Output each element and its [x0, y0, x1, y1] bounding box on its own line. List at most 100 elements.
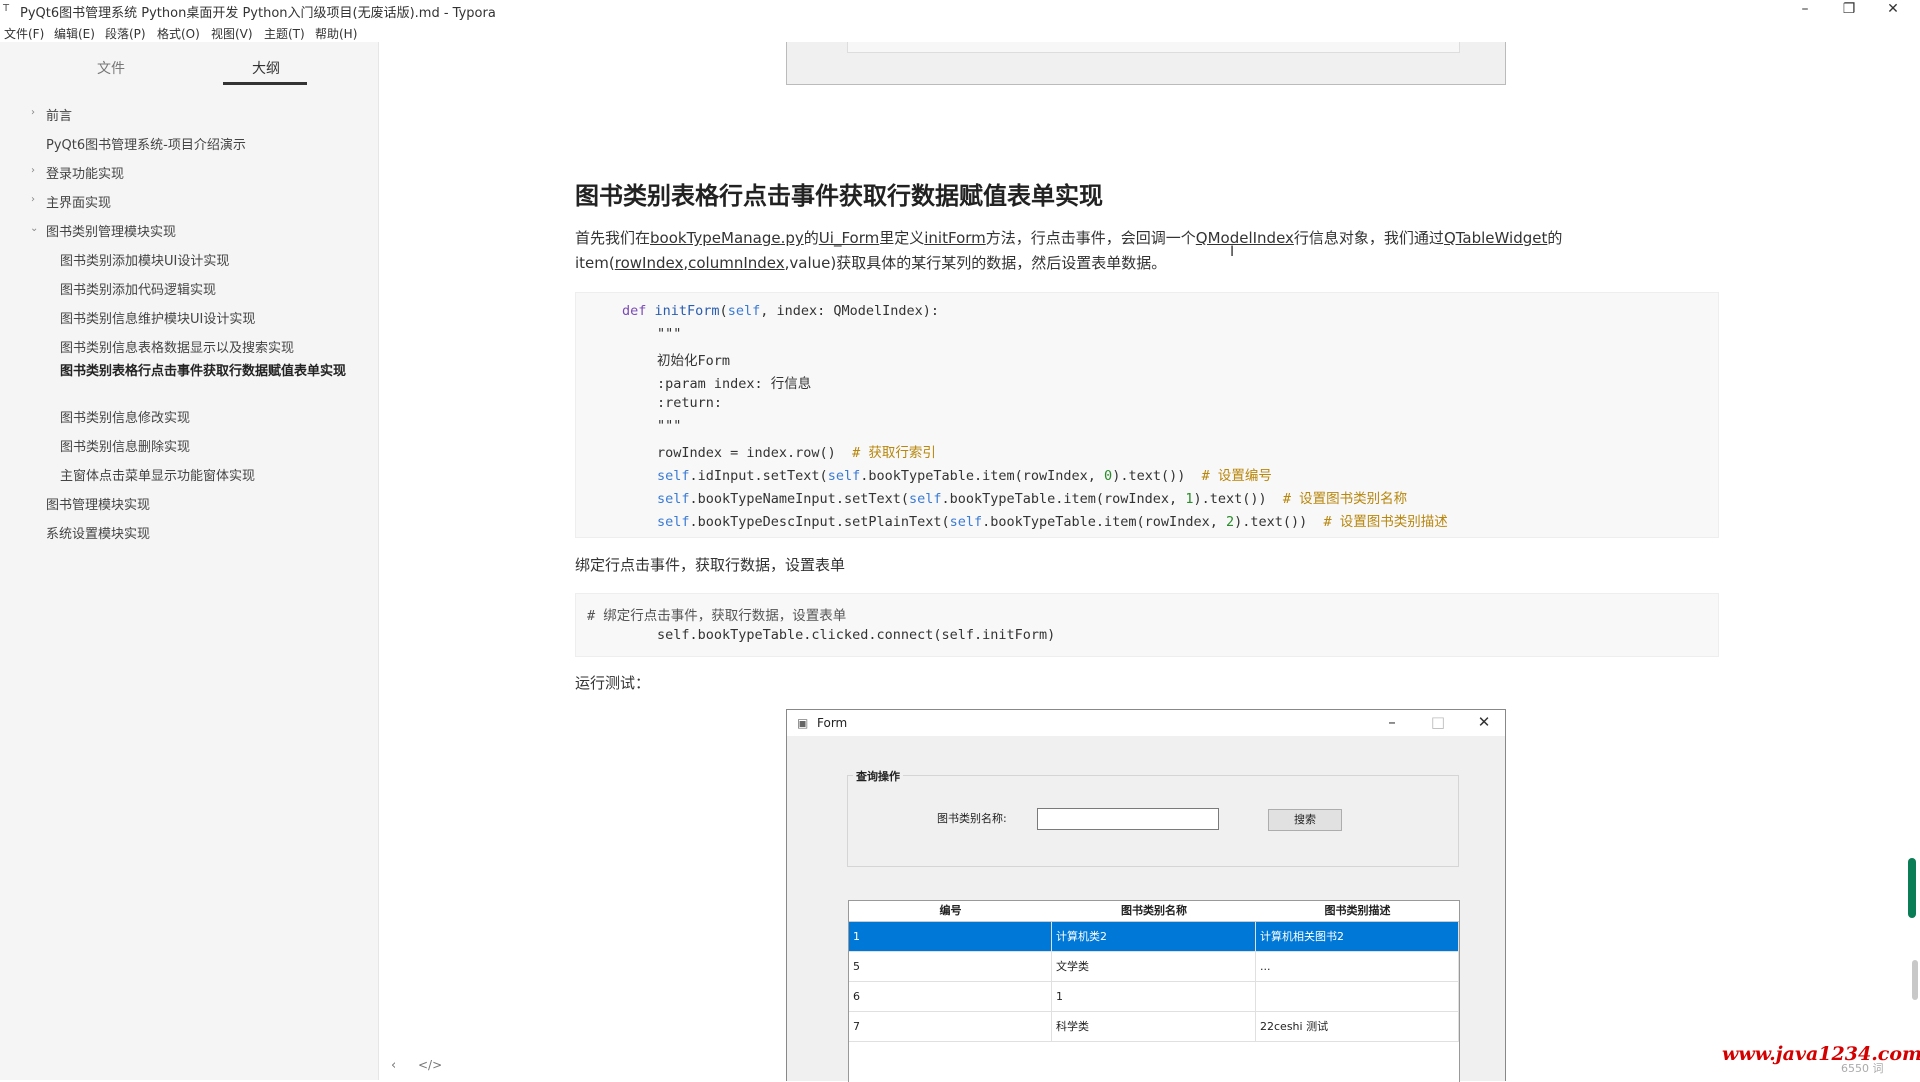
code-block-connect[interactable]: # 绑定行点击事件，获取行数据，设置表单 self.bookTypeTable.… [575, 593, 1719, 657]
text-cursor-icon: I [1230, 244, 1235, 260]
table-cell[interactable]: ... [1256, 952, 1459, 982]
text: item( [575, 254, 615, 272]
maximize-button[interactable]: ❐ [1827, 0, 1871, 20]
text: ,value)获取具体的某行某列的数据，然后设置表单数据。 [784, 254, 1167, 272]
form-minimize-button[interactable]: – [1377, 713, 1407, 731]
paragraph-run-test: 运行测试： [575, 674, 651, 692]
outline-item[interactable]: 系统设置模块实现 [46, 523, 150, 542]
column-header-id[interactable]: 编号 [849, 901, 1053, 922]
text: 的 [803, 229, 819, 247]
form-maximize-button[interactable]: □ [1423, 713, 1453, 731]
code-line: :param index: 行信息 [657, 376, 812, 392]
section-heading: 图书类别表格行点击事件获取行数据赋值表单实现 [575, 182, 1103, 210]
outline-item[interactable]: 图书类别信息修改实现 [60, 407, 190, 426]
outline-item[interactable]: 图书类别添加模块UI设计实现 [60, 250, 229, 269]
table-cell[interactable]: 科学类 [1052, 1012, 1256, 1042]
scrollbar-thumb-secondary[interactable] [1912, 960, 1918, 1000]
code-line: self.bookTypeTable.clicked.connect(self.… [657, 627, 1056, 643]
table-cell[interactable]: 计算机相关图书2 [1256, 922, 1459, 952]
code-line: """ [657, 326, 682, 342]
table-cell[interactable] [1256, 982, 1459, 1012]
source-mode-icon[interactable]: </> [418, 1058, 442, 1072]
outline-item[interactable]: 图书管理模块实现 [46, 494, 150, 513]
column-header-desc[interactable]: 图书类别描述 [1256, 901, 1459, 922]
code-block-initform[interactable]: def initForm(self, index: QModelIndex): … [575, 292, 1719, 538]
paragraph-intro: 首先我们在bookTypeManage.py的Ui_Form里定义initFor… [575, 226, 1615, 276]
text: 的 [1547, 229, 1563, 247]
form-app-icon: ▣ [797, 716, 809, 730]
search-label: 图书类别名称: [937, 812, 1007, 825]
text: 里定义 [879, 229, 925, 247]
sidebar: 文件 大纲 › 前言 PyQt6图书管理系统-项目介绍演示 › 登录功能实现 ›… [0, 42, 442, 1080]
form-title-bar: ▣ Form – □ ✕ [787, 710, 1505, 736]
outline-item-active[interactable]: 图书类别表格行点击事件获取行数据赋值表单实现 [60, 364, 360, 380]
text: initForm [924, 229, 986, 247]
outline-item[interactable]: 前言 [46, 105, 72, 124]
text: 方法，行点击事件，会回调一个 [985, 229, 1196, 247]
menu-theme[interactable]: 主题(T) [264, 25, 305, 42]
code-line: self.idInput.setText(self.bookTypeTable.… [657, 468, 1272, 484]
text: 首先我们在 [575, 229, 651, 247]
outline-item[interactable]: PyQt6图书管理系统-项目介绍演示 [46, 134, 246, 153]
text: QModelIndex [1195, 229, 1294, 247]
outline-item[interactable]: 登录功能实现 [46, 163, 124, 182]
column-header-name[interactable]: 图书类别名称 [1052, 901, 1257, 922]
table-cell[interactable]: 6 [849, 982, 1052, 1012]
outline-item[interactable]: 主窗体点击菜单显示功能窗体实现 [60, 465, 255, 484]
menu-file[interactable]: 文件(F) [4, 25, 44, 42]
outline-item[interactable]: 图书类别管理模块实现 [46, 221, 176, 240]
code-line: self.bookTypeDescInput.setPlainText(self… [657, 514, 1448, 530]
chevron-down-icon[interactable]: ⌄ [30, 223, 38, 234]
tab-outline[interactable]: 大纲 [252, 58, 280, 78]
scrollbar-thumb[interactable] [1908, 858, 1916, 918]
outline-item[interactable]: 图书类别信息维护模块UI设计实现 [60, 308, 255, 327]
code-line: # 绑定行点击事件，获取行数据，设置表单 [587, 608, 847, 624]
code-line: def initForm(self, index: QModelIndex): [622, 303, 940, 319]
form-window-screenshot: ▣ Form – □ ✕ 查询操作 图书类别名称: 搜索 编号 图书类别名称 图… [786, 709, 1506, 1082]
text: columnIndex [688, 254, 785, 272]
code-line: rowIndex = index.row() # 获取行索引 [657, 445, 936, 461]
table-cell[interactable]: 计算机类2 [1052, 922, 1256, 952]
table-cell[interactable]: 7 [849, 1012, 1052, 1042]
menu-help[interactable]: 帮助(H) [315, 25, 357, 42]
chevron-right-icon[interactable]: › [31, 107, 35, 118]
table-cell[interactable]: 1 [849, 922, 1052, 952]
table-cell[interactable]: 5 [849, 952, 1052, 982]
word-count[interactable]: 6550 词 [1841, 1060, 1884, 1076]
table-cell[interactable]: 22ceshi 测试 [1256, 1012, 1459, 1042]
title-bar: T PyQt6图书管理系统 Python桌面开发 Python入门级项目(无废话… [0, 0, 1920, 21]
menu-format[interactable]: 格式(O) [157, 25, 200, 42]
paragraph-bind: 绑定行点击事件，获取行数据，设置表单 [575, 556, 846, 574]
embedded-image-top [786, 42, 1506, 85]
menu-paragraph[interactable]: 段落(P) [105, 25, 146, 42]
outline-item[interactable]: 图书类别信息删除实现 [60, 436, 190, 455]
menu-edit[interactable]: 编辑(E) [54, 25, 95, 42]
tab-files[interactable]: 文件 [97, 58, 125, 78]
book-type-table[interactable]: 编号 图书类别名称 图书类别描述 1 计算机类2 计算机相关图书2 5 文学类 … [848, 900, 1460, 1082]
groupbox-title: 查询操作 [853, 768, 903, 784]
form-close-button[interactable]: ✕ [1469, 713, 1499, 731]
window-title: PyQt6图书管理系统 Python桌面开发 Python入门级项目(无废话版)… [20, 6, 496, 21]
chevron-right-icon[interactable]: › [31, 194, 35, 205]
outline-item[interactable]: 图书类别添加代码逻辑实现 [60, 279, 216, 298]
outline-item[interactable]: 主界面实现 [46, 192, 111, 211]
code-line: self.bookTypeNameInput.setText(self.book… [657, 491, 1408, 507]
minimize-button[interactable]: – [1783, 0, 1827, 20]
search-button[interactable]: 搜索 [1268, 809, 1342, 831]
sidebar-toggle-icon[interactable]: ‹ [391, 1058, 396, 1073]
table-cell[interactable]: 1 [1052, 982, 1256, 1012]
text: rowIndex [614, 254, 684, 272]
chevron-right-icon[interactable]: › [31, 165, 35, 176]
table-cell[interactable]: 文学类 [1052, 952, 1256, 982]
text: Ui_Form [818, 229, 880, 247]
code-line: :return: [657, 395, 723, 411]
active-tab-indicator [223, 82, 307, 85]
text: QTableWidget [1443, 229, 1548, 247]
close-button[interactable]: ✕ [1871, 0, 1915, 20]
menu-view[interactable]: 视图(V) [211, 25, 253, 42]
search-input[interactable] [1037, 808, 1219, 830]
text: bookTypeManage.py [650, 229, 804, 247]
code-line: 初始化Form [657, 353, 731, 369]
typora-app-icon: T [3, 3, 10, 14]
outline-item[interactable]: 图书类别信息表格数据显示以及搜索实现 [60, 337, 294, 356]
